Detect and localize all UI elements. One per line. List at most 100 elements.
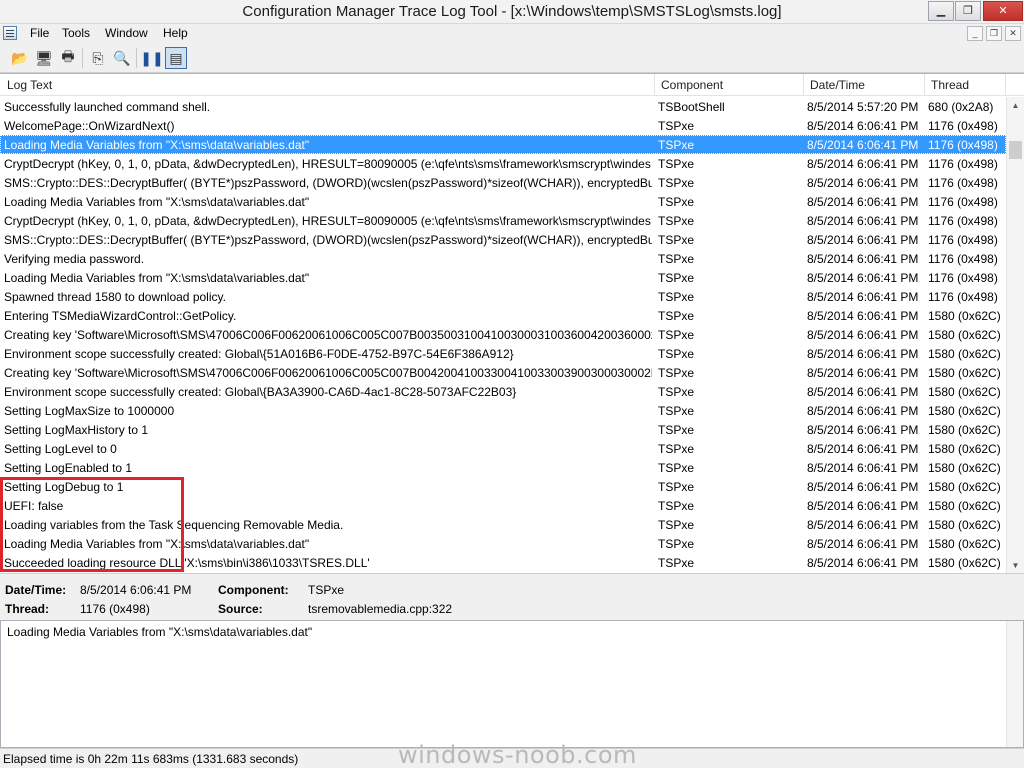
datetime-cell: 8/5/2014 6:06:41 PM [807, 537, 919, 551]
log-row[interactable]: CryptDecrypt (hKey, 0, 1, 0, pData, &dwD… [0, 211, 1006, 230]
log-list[interactable]: Log Text Component Date/Time Thread Succ… [0, 73, 1024, 574]
log-row[interactable]: Environment scope successfully created: … [0, 382, 1006, 401]
pause-icon[interactable]: ❚❚ [140, 47, 163, 69]
close-button[interactable]: ✕ [983, 1, 1023, 21]
log-row[interactable]: CryptDecrypt (hKey, 0, 1, 0, pData, &dwD… [0, 154, 1006, 173]
scroll-up-icon[interactable]: ▲ [1007, 97, 1024, 114]
component-cell: TSPxe [658, 233, 695, 247]
component-cell: TSPxe [658, 252, 695, 266]
mdi-minimize-button[interactable]: _ [967, 26, 983, 41]
log-text-cell: CryptDecrypt (hKey, 0, 1, 0, pData, &dwD… [4, 214, 652, 228]
log-row[interactable]: Verifying media password. TSPxe 8/5/2014 6… [0, 249, 1006, 268]
log-row[interactable]: Setting LogEnabled to 1 TSPxe 8/5/2014 6:0… [0, 458, 1006, 477]
message-scrollbar[interactable] [1006, 621, 1023, 747]
component-cell: TSPxe [658, 214, 695, 228]
column-header: Log Text Component Date/Time Thread [0, 74, 1024, 96]
log-row[interactable]: Loading Media Variables from "X:\sms\dat… [0, 534, 1006, 553]
datetime-cell: 8/5/2014 6:06:41 PM [807, 423, 919, 437]
component-cell: TSPxe [658, 404, 695, 418]
scroll-thumb[interactable] [1009, 141, 1022, 159]
column-log-text[interactable]: Log Text [2, 74, 655, 96]
datetime-cell: 8/5/2014 6:06:41 PM [807, 328, 919, 342]
mdi-close-button[interactable]: ✕ [1005, 26, 1021, 41]
component-cell: TSPxe [658, 176, 695, 190]
status-text: Elapsed time is 0h 22m 11s 683ms (1331.6… [3, 752, 299, 766]
component-cell: TSPxe [658, 480, 695, 494]
log-row[interactable]: Entering TSMediaWizardControl::GetPolicy… [0, 306, 1006, 325]
print-icon[interactable]: 🖶 [57, 47, 79, 69]
log-row[interactable]: Succeeded loading resource DLL 'X:\sms\b… [0, 553, 1006, 572]
datetime-cell: 8/5/2014 6:06:41 PM [807, 271, 919, 285]
log-row[interactable]: Loading variables from the Task Sequenci… [0, 515, 1006, 534]
component-cell: TSPxe [658, 442, 695, 456]
maximize-button[interactable]: ❐ [955, 1, 981, 21]
log-text-cell: SMS::Crypto::DES::DecryptBuffer( (BYTE*)… [4, 233, 652, 247]
component-cell: TSPxe [658, 119, 695, 133]
log-text-cell: Verifying media password. [4, 252, 145, 266]
window-title: Configuration Manager Trace Log Tool - [… [242, 3, 782, 20]
scroll-down-icon[interactable]: ▼ [1007, 557, 1024, 574]
datetime-cell: 8/5/2014 6:06:41 PM [807, 233, 919, 247]
menu-tools[interactable]: Tools [62, 26, 90, 40]
log-row[interactable]: Loading Media Variables from "X:\sms\dat… [0, 135, 1006, 154]
log-text-cell: Creating key 'Software\Microsoft\SMS\470… [4, 366, 652, 380]
component-cell: TSPxe [658, 423, 695, 437]
log-row[interactable]: UEFI: false TSPxe 8/5/2014 6:06:41 PM 1580 … [0, 496, 1006, 515]
log-row[interactable]: Setting LogLevel to 0 TSPxe 8/5/2014 6:06:… [0, 439, 1006, 458]
server-icon[interactable]: 🖥 [33, 47, 55, 69]
log-text-cell: Loading Media Variables from "X:\sms\dat… [4, 271, 310, 285]
log-row[interactable]: Loading Media Variables from "X:\sms\dat… [0, 268, 1006, 287]
source-label: Source: [218, 602, 263, 616]
component-cell: TSPxe [658, 385, 695, 399]
mdi-restore-button[interactable]: ❐ [986, 26, 1002, 41]
column-thread[interactable]: Thread [926, 74, 1006, 96]
datetime-cell: 8/5/2014 6:06:41 PM [807, 214, 919, 228]
log-text-cell: UEFI: false [4, 499, 64, 513]
log-text-cell: Loading Media Variables from "X:\sms\dat… [4, 195, 310, 209]
thread-cell: 1580 (0x62C) [928, 499, 1001, 513]
log-row[interactable]: Spawned thread 1580 to download policy. T… [0, 287, 1006, 306]
log-row[interactable]: Setting LogDebug to 1 TSPxe 8/5/2014 6:06:… [0, 477, 1006, 496]
component-cell: TSPxe [658, 366, 695, 380]
view-detail-icon[interactable]: ▤ [165, 47, 187, 69]
datetime-cell: 8/5/2014 6:06:41 PM [807, 518, 919, 532]
log-text-cell: Loading variables from the Task Sequenci… [4, 518, 344, 532]
menu-file[interactable]: File [30, 26, 49, 40]
column-component[interactable]: Component [656, 74, 804, 96]
log-row[interactable]: SMS::Crypto::DES::DecryptBuffer( (BYTE*)… [0, 173, 1006, 192]
log-row[interactable]: Setting LogMaxHistory to 1 TSPxe 8/5/2014 … [0, 420, 1006, 439]
thread-cell: 1580 (0x62C) [928, 461, 1001, 475]
datetime-cell: 8/5/2014 6:06:41 PM [807, 556, 919, 570]
log-row[interactable]: Setting LogMaxSize to 1000000 TSPxe 8/5/20… [0, 401, 1006, 420]
copy-icon[interactable]: ⎘ [87, 47, 109, 69]
log-text-cell: Spawned thread 1580 to download policy. [4, 290, 226, 304]
log-row[interactable]: Creating key 'Software\Microsoft\SMS\470… [0, 363, 1006, 382]
datetime-cell: 8/5/2014 6:06:41 PM [807, 480, 919, 494]
vertical-scrollbar[interactable]: ▲ ▼ [1006, 97, 1024, 574]
message-textbox[interactable]: Loading Media Variables from "X:\sms\dat… [0, 620, 1024, 748]
source-value: tsremovablemedia.cpp:322 [308, 602, 453, 616]
minimize-button[interactable]: ▁ [928, 1, 954, 21]
app-icon[interactable] [3, 26, 17, 40]
log-row[interactable]: SMS::Crypto::DES::DecryptBuffer( (BYTE*)… [0, 230, 1006, 249]
component-cell: TSPxe [658, 195, 695, 209]
thread-cell: 1580 (0x62C) [928, 537, 1001, 551]
log-row[interactable]: Successfully launched command shell. TSBo… [0, 97, 1006, 116]
component-cell: TSPxe [658, 461, 695, 475]
message-text: Loading Media Variables from "X:\sms\dat… [7, 625, 313, 639]
datetime-cell: 8/5/2014 6:06:41 PM [807, 157, 919, 171]
log-row[interactable]: Loading Media Variables from "X:\sms\dat… [0, 192, 1006, 211]
find-icon[interactable]: 🔍 [111, 47, 133, 69]
datetime-cell: 8/5/2014 6:06:41 PM [807, 499, 919, 513]
datetime-cell: 8/5/2014 6:06:41 PM [807, 385, 919, 399]
menu-help[interactable]: Help [163, 26, 188, 40]
log-row[interactable]: Creating key 'Software\Microsoft\SMS\470… [0, 325, 1006, 344]
component-cell: TSPxe [658, 290, 695, 304]
log-row[interactable]: WelcomePage::OnWizardNext() TSPxe 8/5/2014… [0, 116, 1006, 135]
toolbar-separator [82, 48, 83, 68]
open-icon[interactable]: 📂 [9, 47, 31, 69]
thread-cell: 1176 (0x498) [928, 290, 998, 304]
column-datetime[interactable]: Date/Time [805, 74, 925, 96]
log-row[interactable]: Environment scope successfully created: … [0, 344, 1006, 363]
menu-window[interactable]: Window [105, 26, 148, 40]
